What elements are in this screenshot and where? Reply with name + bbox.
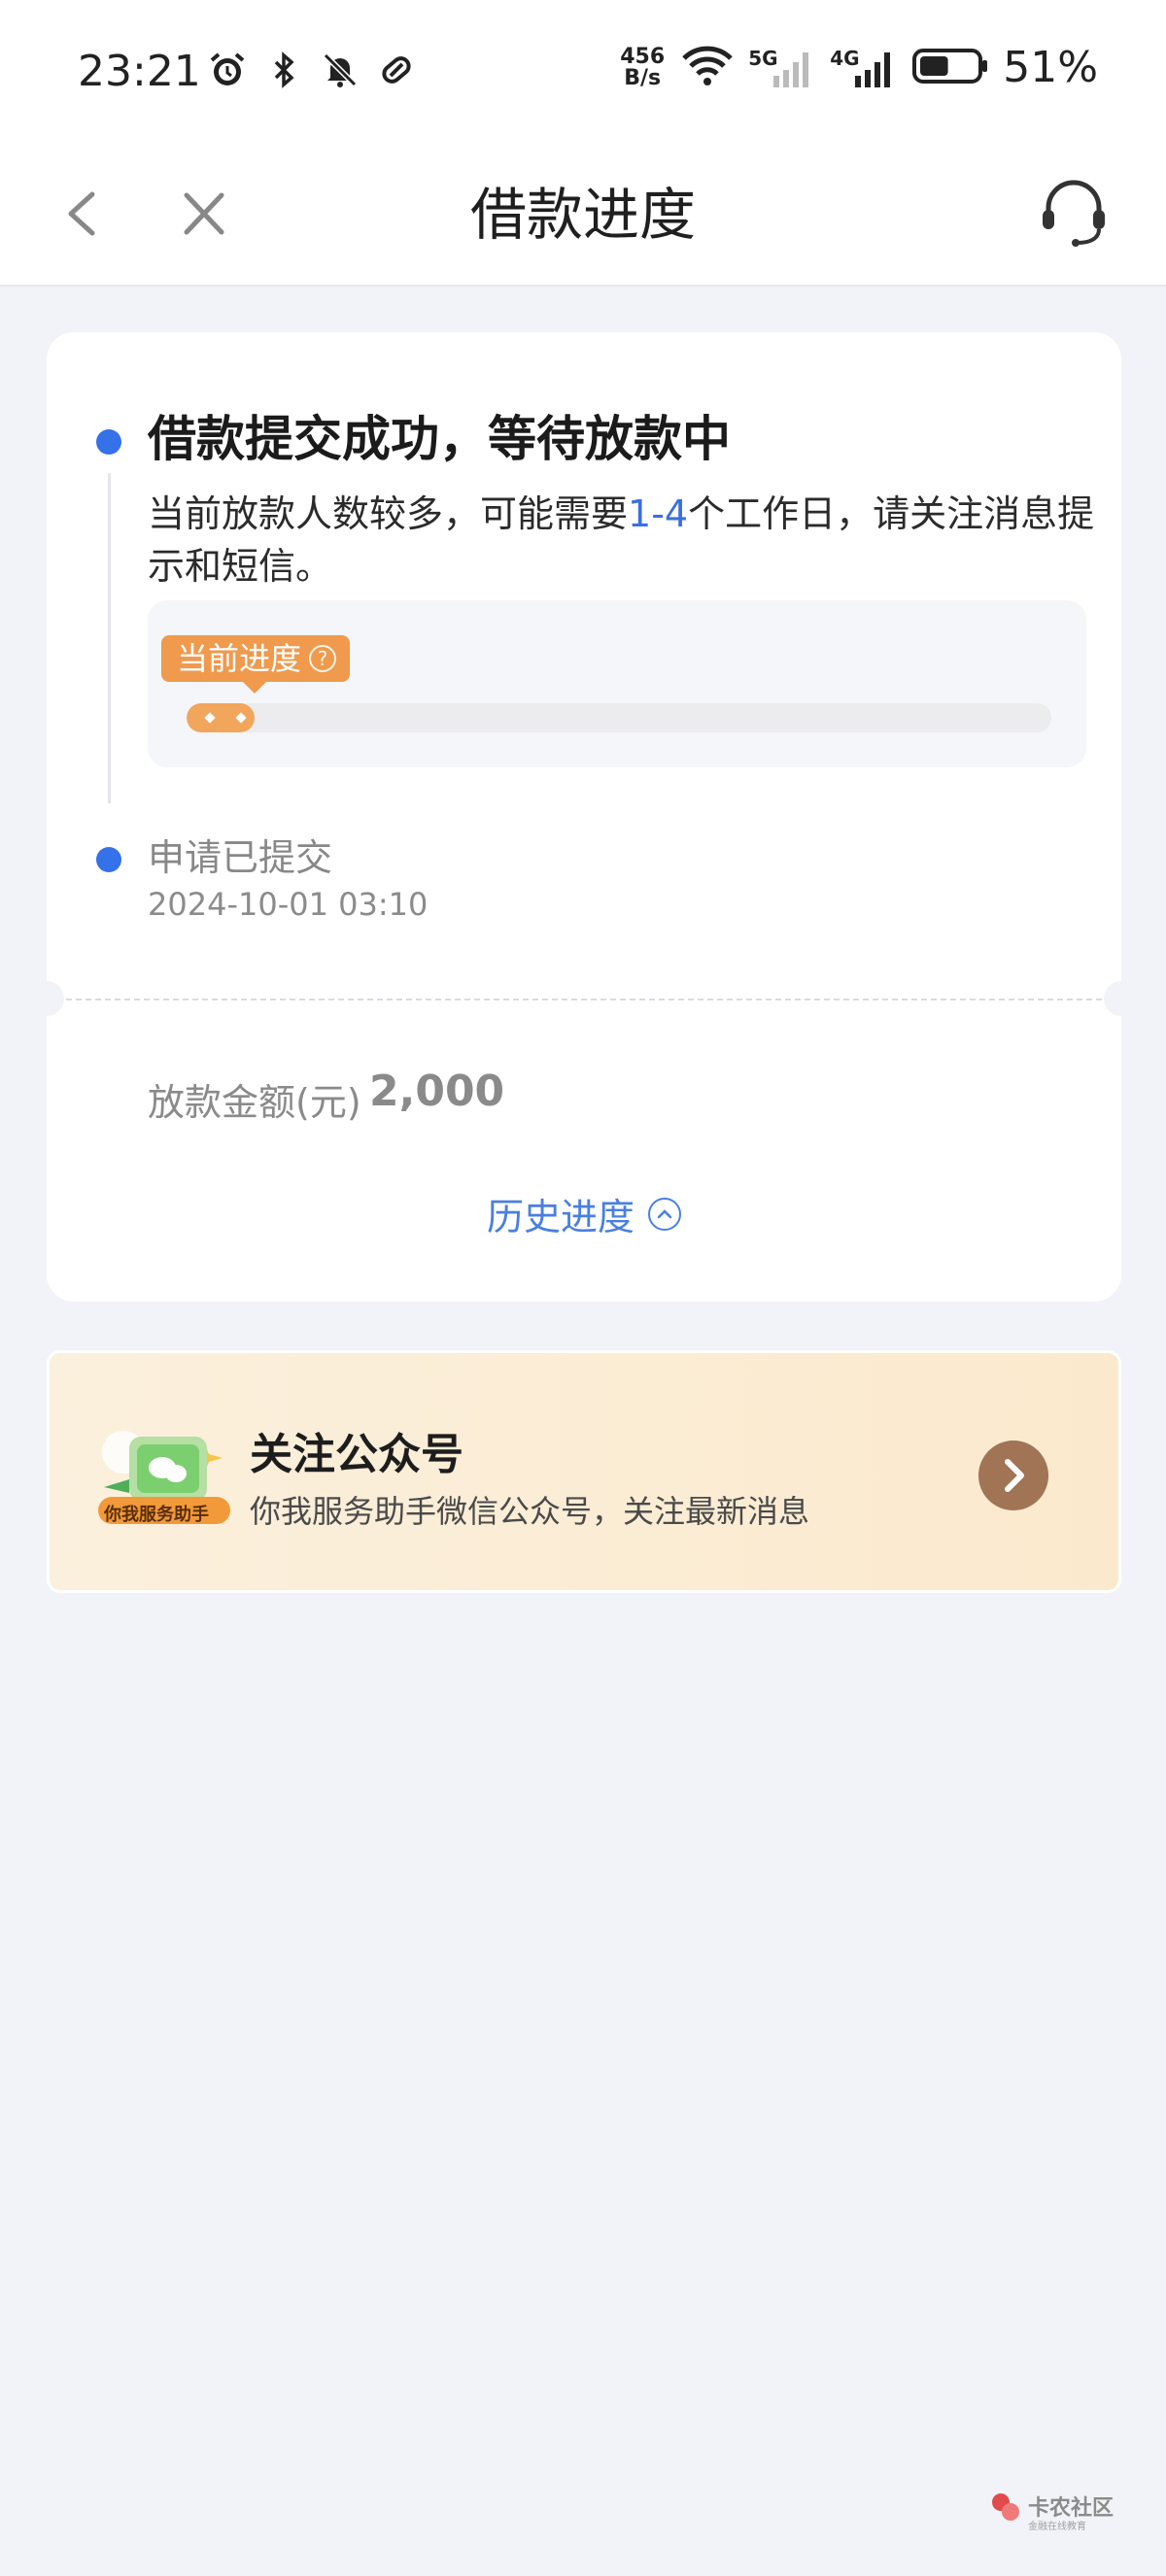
service-assistant-logo: 你我服务助手: [94, 1419, 240, 1536]
follow-official-account-banner[interactable]: 你我服务助手 关注公众号 你我服务助手微信公众号，关注最新消息: [47, 1350, 1121, 1593]
headset-icon: [1043, 180, 1105, 247]
nav-bar: 借款进度: [0, 146, 1166, 287]
net-speed-value: 456: [620, 44, 666, 69]
amount-label: 放款金额(元): [148, 1081, 361, 1124]
battery-percent: 51%: [1003, 43, 1098, 92]
help-icon: ?: [309, 645, 337, 672]
step-submitted-dot: [96, 847, 121, 872]
follow-title: 关注公众号: [250, 1430, 463, 1479]
progress-fill: [187, 703, 255, 732]
current-progress-label: 当前进度: [177, 640, 302, 677]
status-right: 456 B/s 5G 4G 51%: [618, 43, 1098, 92]
progress-diamond-icon: [204, 712, 216, 724]
history-progress-link[interactable]: 历史进度: [47, 1187, 1121, 1240]
sync-icon: [377, 51, 416, 89]
status-time: 23:21: [78, 47, 201, 96]
step-current-dot: [96, 429, 121, 455]
step-current-description: 当前放款人数较多，可能需要1-4个工作日，请关注消息提示和短信。: [148, 488, 1110, 593]
signal-4g-icon: 4G: [830, 47, 898, 89]
chevron-up-circle-icon: [648, 1197, 681, 1231]
card-notch-left: [29, 981, 64, 1016]
mute-bell-icon: [321, 51, 360, 89]
progress-diamond-icon: [235, 712, 247, 724]
chevron-right-icon: [1005, 1459, 1024, 1492]
history-progress-label: 历史进度: [486, 1196, 634, 1238]
card-notch-right: [1104, 981, 1139, 1016]
progress-box: 当前进度 ?: [148, 600, 1086, 767]
status-bar: 23:21 456 B/s 5G 4G 51%: [0, 0, 1166, 146]
step-current-title: 借款提交成功，等待放款中: [148, 411, 731, 467]
alarm-icon: [208, 51, 247, 89]
watermark-logo-icon: [992, 2493, 1019, 2521]
desc-text-before: 当前放款人数较多，可能需要: [148, 492, 629, 535]
net-speed: 456 B/s: [618, 44, 667, 90]
loan-progress-card: 借款提交成功，等待放款中 当前放款人数较多，可能需要1-4个工作日，请关注消息提…: [29, 332, 1139, 1302]
amount-value: 2,000: [369, 1067, 505, 1116]
dashed-divider: [47, 999, 1121, 1000]
step-submitted-title: 申请已提交: [148, 836, 333, 879]
follow-arrow-button[interactable]: [978, 1441, 1048, 1510]
page-title: 借款进度: [469, 182, 696, 248]
desc-highlight-days: 1-4: [628, 492, 689, 535]
net-speed-unit: B/s: [624, 65, 662, 90]
current-progress-tag[interactable]: 当前进度 ?: [161, 635, 351, 694]
watermark: 卡农社区 金融在线教育: [989, 2487, 1115, 2541]
customer-service-button[interactable]: [1035, 173, 1113, 251]
progress-track: [187, 703, 1051, 732]
bluetooth-icon: [264, 51, 303, 89]
follow-subtitle: 你我服务助手微信公众号，关注最新消息: [250, 1493, 810, 1530]
status-left-icons: [208, 51, 416, 89]
step-submitted-time: 2024-10-01 03:10: [148, 886, 429, 923]
service-assistant-logo-text: 你我服务助手: [104, 1505, 209, 1525]
signal-5g-icon: 5G: [748, 47, 816, 89]
battery-icon: [911, 45, 989, 91]
battery-fill: [920, 55, 948, 76]
timeline-line: [108, 473, 111, 803]
wifi-icon: [680, 45, 735, 91]
watermark-subtext: 金融在线教育: [1028, 2522, 1086, 2532]
